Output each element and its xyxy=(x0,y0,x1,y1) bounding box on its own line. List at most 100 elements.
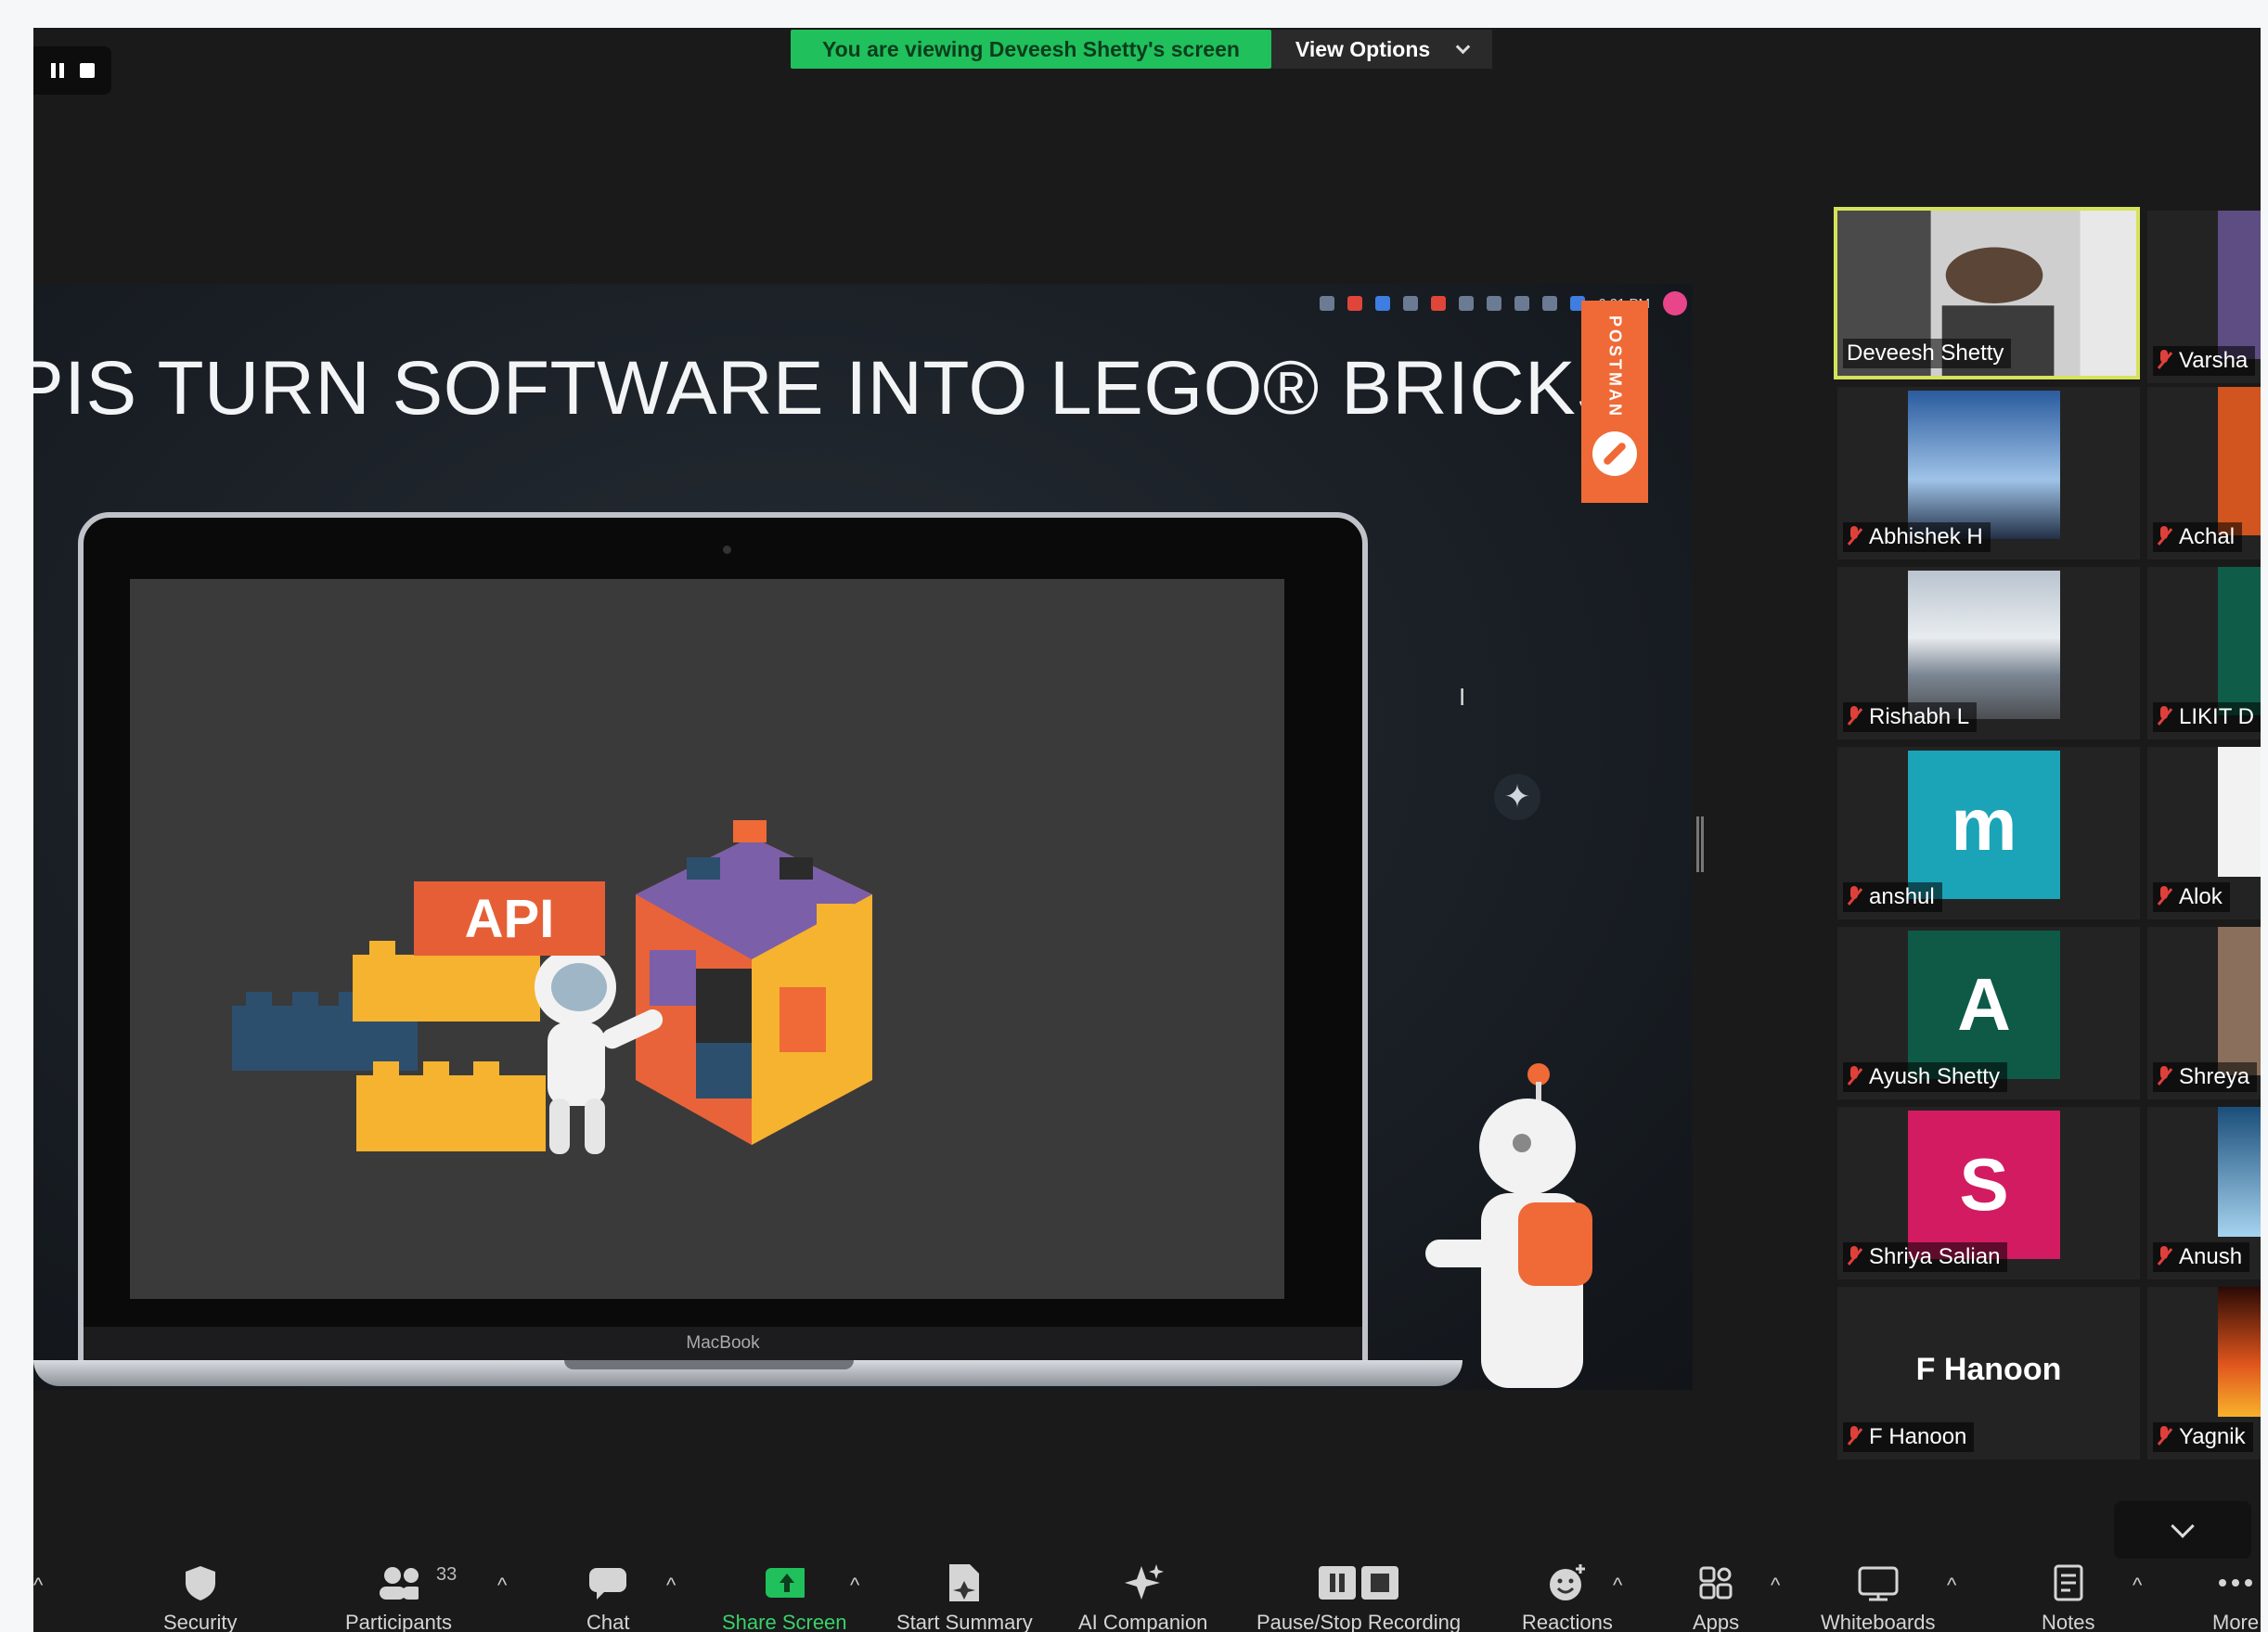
caret-up-icon[interactable]: ^ xyxy=(1613,1574,1622,1598)
recording-label: Pause/Stop Recording xyxy=(1256,1611,1462,1632)
caret-up-icon[interactable]: ^ xyxy=(1947,1574,1956,1598)
participant-tile[interactable]: LIKIT D xyxy=(2147,567,2261,739)
caret-up-icon[interactable]: ^ xyxy=(33,1574,43,1598)
muted-mic-icon xyxy=(2157,706,2171,728)
participant-tile[interactable]: S Shriya Salian xyxy=(1837,1107,2140,1279)
muted-mic-icon xyxy=(1847,526,1862,548)
muted-mic-icon xyxy=(2157,350,2171,372)
muted-mic-icon xyxy=(1847,1246,1862,1268)
participant-tile[interactable]: Shreya xyxy=(2147,927,2261,1099)
participant-display-name: F Hanoon xyxy=(1915,1352,2062,1387)
caret-up-icon[interactable]: ^ xyxy=(2133,1574,2142,1598)
participants-icon xyxy=(378,1564,419,1601)
smiley-icon xyxy=(1547,1564,1588,1601)
chat-icon xyxy=(587,1564,628,1601)
participants-count: 33 xyxy=(436,1564,457,1585)
shared-screen[interactable]: 6:21 PM PIS TURN SOFTWARE INTO LEGO® BRI… xyxy=(33,284,1693,1390)
tray-icon xyxy=(1431,296,1447,311)
participant-tile[interactable]: Achal xyxy=(2147,387,2261,559)
whiteboards-button[interactable]: Whiteboards xyxy=(1821,1564,1936,1632)
participant-name-tag: Shriya Salian xyxy=(1843,1242,2008,1272)
postman-logo-icon xyxy=(1592,431,1637,476)
tray-icon xyxy=(1487,296,1502,311)
text-cursor-icon: I xyxy=(1459,683,1466,711)
stop-icon[interactable] xyxy=(79,63,95,78)
recording-button[interactable]: Pause/Stop Recording xyxy=(1256,1564,1461,1632)
muted-mic-icon xyxy=(1847,1066,1862,1088)
participant-tile[interactable]: Deveesh Shetty xyxy=(1834,207,2140,379)
share-screen-button[interactable]: Share Screen xyxy=(722,1564,847,1632)
ai-companion-button[interactable]: AI Companion xyxy=(1078,1564,1207,1632)
participant-tile[interactable]: Varsha xyxy=(2147,211,2261,383)
participant-name-tag: Yagnik xyxy=(2153,1422,2253,1452)
astronaut-illustration xyxy=(1425,1063,1592,1388)
participant-name: Ayush Shetty xyxy=(1869,1064,2000,1089)
postman-tab: POSTMAN xyxy=(1581,301,1648,503)
postman-label: POSTMAN xyxy=(1605,315,1625,418)
participant-name-tag: Alok xyxy=(2153,882,2230,912)
participant-name: Yagnik xyxy=(2179,1424,2246,1449)
caret-up-icon[interactable]: ^ xyxy=(1771,1574,1780,1598)
laptop-base xyxy=(33,1360,1463,1386)
participant-tile[interactable]: A Ayush Shetty xyxy=(1837,927,2140,1099)
security-button[interactable]: Security xyxy=(163,1564,237,1632)
apps-label: Apps xyxy=(1693,1611,1740,1632)
view-options-button[interactable]: View Options xyxy=(1270,30,1493,69)
muted-mic-icon xyxy=(2157,1246,2171,1268)
laptop-screen xyxy=(130,579,1284,1299)
start-summary-button[interactable]: Start Summary xyxy=(896,1564,1033,1632)
muted-mic-icon xyxy=(2157,526,2171,548)
participant-name: Anush xyxy=(2179,1244,2243,1269)
caret-up-icon[interactable]: ^ xyxy=(850,1574,859,1598)
reactions-label: Reactions xyxy=(1522,1611,1613,1632)
plus-icon[interactable]: ✦ xyxy=(1494,774,1540,820)
participant-name-tag: anshul xyxy=(1843,882,1942,912)
chat-label: Chat xyxy=(586,1611,630,1632)
participant-name: anshul xyxy=(1869,884,1935,909)
chat-button[interactable]: Chat xyxy=(586,1564,629,1632)
participant-picture xyxy=(2218,1107,2261,1237)
participant-tile[interactable]: Alok xyxy=(2147,747,2261,919)
pause-icon[interactable] xyxy=(50,63,64,78)
lego-illustration xyxy=(232,820,872,1154)
participant-picture xyxy=(2218,567,2261,715)
reactions-button[interactable]: Reactions xyxy=(1522,1564,1613,1632)
tray-icon xyxy=(1347,296,1363,311)
participant-picture xyxy=(1908,391,2060,539)
participant-tile[interactable]: Yagnik xyxy=(2147,1287,2261,1459)
summary-icon xyxy=(944,1564,985,1601)
participant-name: Deveesh Shetty xyxy=(1847,341,2004,366)
muted-mic-icon xyxy=(2157,1426,2171,1448)
participant-avatar: m xyxy=(1908,751,2060,899)
chevron-down-icon xyxy=(1455,39,1471,54)
participant-tile[interactable]: Rishabh L xyxy=(1837,567,2140,739)
more-button[interactable]: More xyxy=(2212,1564,2259,1632)
participant-name: F Hanoon xyxy=(1869,1424,1967,1449)
participant-avatar: A xyxy=(1908,931,2060,1079)
window-controls[interactable] xyxy=(33,46,111,95)
laptop-illustration: MacBook xyxy=(78,512,1368,1366)
muted-mic-icon xyxy=(1847,886,1862,908)
laptop-brand-label: MacBook xyxy=(84,1327,1362,1360)
participant-tile[interactable]: Anush xyxy=(2147,1107,2261,1279)
participant-name-tag: Rishabh L xyxy=(1843,702,1978,732)
notes-icon xyxy=(2048,1564,2089,1601)
notification-icon xyxy=(1663,291,1687,315)
participant-picture xyxy=(2218,747,2261,877)
caret-up-icon[interactable]: ^ xyxy=(497,1574,507,1598)
whiteboards-label: Whiteboards xyxy=(1821,1611,1936,1632)
participant-tile[interactable]: m anshul xyxy=(1837,747,2140,919)
participant-name-tag: Deveesh Shetty xyxy=(1843,339,2012,368)
notes-label: Notes xyxy=(2042,1611,2095,1632)
notes-button[interactable]: Notes xyxy=(2042,1564,2094,1632)
participant-tile[interactable]: Abhishek H xyxy=(1837,387,2140,559)
resize-handle[interactable] xyxy=(1696,816,1704,872)
participant-avatar: S xyxy=(1908,1111,2060,1259)
participants-label: Participants xyxy=(345,1611,452,1632)
share-screen-label: Share Screen xyxy=(722,1611,847,1632)
participant-tile[interactable]: F Hanoon F Hanoon xyxy=(1837,1287,2140,1459)
caret-up-icon[interactable]: ^ xyxy=(666,1574,676,1598)
participant-name-tag: Anush xyxy=(2153,1242,2250,1272)
start-summary-label: Start Summary xyxy=(896,1611,1033,1632)
apps-button[interactable]: Apps xyxy=(1693,1564,1739,1632)
